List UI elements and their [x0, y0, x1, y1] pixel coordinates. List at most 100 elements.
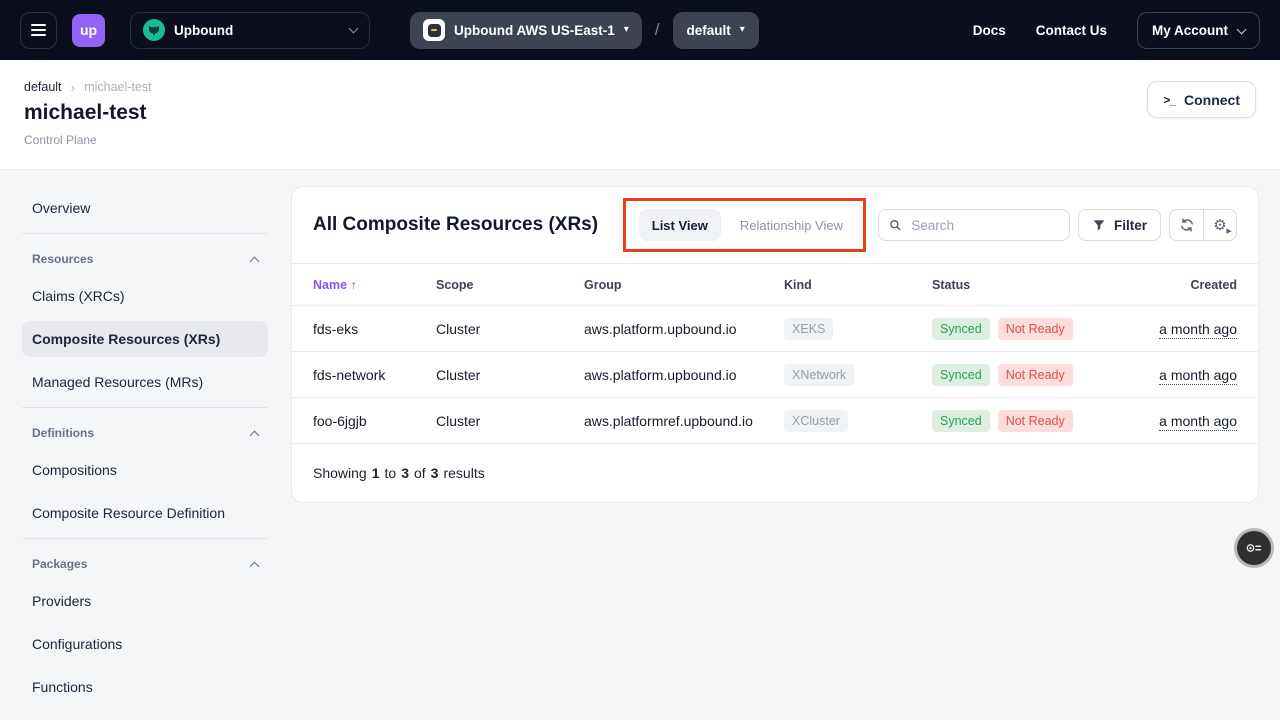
sidebar-item-configurations[interactable]: Configurations [22, 626, 268, 662]
section-title: Resources [32, 252, 93, 266]
chevron-up-icon [250, 561, 260, 571]
refresh-icon [1179, 217, 1195, 233]
sidebar-item-providers[interactable]: Providers [22, 583, 268, 619]
section-title: Packages [32, 557, 87, 571]
sort-ascending-icon: ↑ [351, 278, 357, 292]
nav-link-docs[interactable]: Docs [973, 23, 1006, 38]
upbound-logo[interactable]: up [72, 14, 105, 47]
breadcrumb: default › michael-test [24, 60, 1256, 94]
control-plane-icon [423, 19, 445, 41]
chevron-down-icon [1237, 24, 1247, 34]
search-box [878, 209, 1070, 241]
cell-group: aws.platformref.upbound.io [583, 398, 783, 444]
column-header-group[interactable]: Group [583, 264, 783, 306]
table-row[interactable]: fds-network Cluster aws.platform.upbound… [292, 352, 1258, 398]
column-header-kind[interactable]: Kind [783, 264, 931, 306]
page-subtitle: Control Plane [24, 133, 1256, 147]
table-row[interactable]: foo-6jgjb Cluster aws.platformref.upboun… [292, 398, 1258, 444]
breadcrumb-separator-icon: › [71, 80, 76, 94]
cell-name: fds-eks [292, 306, 435, 352]
cell-name: fds-network [292, 352, 435, 398]
page-header: default › michael-test michael-test Cont… [0, 60, 1280, 170]
cell-name: foo-6jgjb [292, 398, 435, 444]
breadcrumb-item-default[interactable]: default [24, 80, 62, 94]
column-header-created[interactable]: Created [1141, 264, 1258, 306]
sidebar-item-compositions[interactable]: Compositions [22, 452, 268, 488]
kind-badge: XCluster [784, 410, 848, 432]
menu-button[interactable] [20, 12, 57, 49]
sidebar-item-managed-resources[interactable]: Managed Resources (MRs) [22, 364, 268, 400]
sidebar-divider [22, 538, 268, 539]
relative-time: a month ago [1159, 413, 1237, 431]
section-title: Definitions [32, 426, 94, 440]
terminal-icon: >_ [1163, 93, 1175, 107]
group-label: default [687, 23, 731, 38]
sidebar-divider [22, 407, 268, 408]
gear-play-icon: ⚙▶ [1213, 218, 1226, 233]
cell-created: a month ago [1141, 306, 1258, 352]
search-icon [889, 218, 901, 232]
content-area: Overview Resources Claims (XRCs) Composi… [0, 170, 1280, 720]
refresh-button[interactable] [1170, 210, 1203, 240]
feedback-widget-button[interactable] [1237, 531, 1271, 565]
navbar-right: Docs Contact Us My Account [973, 12, 1260, 49]
resources-table: Name ↑ Scope Group Kind Status Created f… [292, 263, 1258, 444]
sidebar-section-definitions[interactable]: Definitions [22, 418, 268, 448]
control-plane-label: Upbound AWS US-East-1 [454, 23, 615, 38]
relative-time: a month ago [1159, 321, 1237, 339]
caret-down-icon: ▾ [740, 25, 745, 35]
org-switcher-label: Upbound [174, 23, 341, 38]
hamburger-icon [31, 24, 46, 26]
kind-badge: XNetwork [784, 364, 854, 386]
cell-created: a month ago [1141, 352, 1258, 398]
filter-funnel-icon [1092, 218, 1106, 232]
table-row[interactable]: fds-eks Cluster aws.platform.upbound.io … [292, 306, 1258, 352]
my-account-button[interactable]: My Account [1137, 12, 1260, 49]
cell-scope: Cluster [435, 398, 583, 444]
auto-refresh-settings-button[interactable]: ⚙▶ [1203, 210, 1236, 240]
filter-label: Filter [1114, 218, 1147, 233]
main-panel: All Composite Resources (XRs) List View … [291, 186, 1259, 503]
status-badge-not-ready: Not Ready [998, 410, 1073, 432]
cell-group: aws.platform.upbound.io [583, 306, 783, 352]
cell-scope: Cluster [435, 352, 583, 398]
sidebar-item-overview[interactable]: Overview [22, 190, 268, 226]
sidebar-divider [22, 233, 268, 234]
connect-label: Connect [1184, 92, 1240, 108]
sidebar-item-claims[interactable]: Claims (XRCs) [22, 278, 268, 314]
status-badge-synced: Synced [932, 410, 990, 432]
column-header-status[interactable]: Status [931, 264, 1141, 306]
group-selector[interactable]: default ▾ [673, 12, 759, 49]
table-actions: ⚙▶ [1169, 209, 1237, 241]
sidebar-section-packages[interactable]: Packages [22, 549, 268, 579]
top-navbar: up Upbound Upbound AWS US-East-1 ▾ / def… [0, 0, 1280, 60]
sidebar-item-functions[interactable]: Functions [22, 669, 268, 705]
my-account-label: My Account [1152, 23, 1228, 38]
chevron-up-icon [250, 430, 260, 440]
sidebar-section-resources[interactable]: Resources [22, 244, 268, 274]
relative-time: a month ago [1159, 367, 1237, 385]
connect-button[interactable]: >_ Connect [1147, 81, 1256, 118]
results-summary: Showing 1 to 3 of 3 results [292, 444, 1258, 502]
cell-created: a month ago [1141, 398, 1258, 444]
filter-button[interactable]: Filter [1078, 209, 1161, 241]
chevron-down-icon [349, 23, 359, 33]
sidebar-item-composite-resource-definition[interactable]: Composite Resource Definition [22, 495, 268, 531]
cell-group: aws.platform.upbound.io [583, 352, 783, 398]
control-plane-selector[interactable]: Upbound AWS US-East-1 ▾ [410, 12, 642, 49]
column-header-scope[interactable]: Scope [435, 264, 583, 306]
cell-status: Synced Not Ready [931, 306, 1141, 352]
search-input[interactable] [909, 217, 1059, 234]
org-switcher-dropdown[interactable]: Upbound [130, 12, 370, 49]
tab-list-view[interactable]: List View [639, 209, 721, 241]
kind-badge: XEKS [784, 318, 833, 340]
tab-relationship-view[interactable]: Relationship View [727, 209, 856, 241]
cell-kind: XCluster [783, 398, 931, 444]
status-badge-not-ready: Not Ready [998, 318, 1073, 340]
sidebar-item-composite-resources[interactable]: Composite Resources (XRs) [22, 321, 268, 357]
feedback-form-icon [1245, 539, 1263, 557]
status-badge-synced: Synced [932, 318, 990, 340]
nav-link-contact-us[interactable]: Contact Us [1036, 23, 1107, 38]
column-header-name[interactable]: Name ↑ [292, 264, 435, 306]
cell-status: Synced Not Ready [931, 398, 1141, 444]
